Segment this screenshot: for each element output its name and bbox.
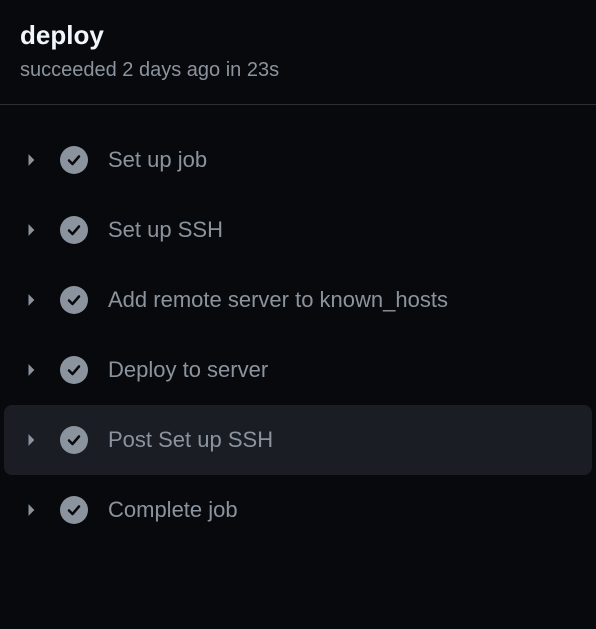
step-row[interactable]: Add remote server to known_hosts: [0, 265, 596, 335]
chevron-right-icon: [24, 222, 40, 238]
step-label: Add remote server to known_hosts: [108, 287, 448, 313]
check-icon: [60, 146, 88, 174]
check-icon: [60, 216, 88, 244]
check-icon: [60, 496, 88, 524]
step-row[interactable]: Post Set up SSH: [4, 405, 592, 475]
chevron-right-icon: [24, 502, 40, 518]
job-header: deploy succeeded 2 days ago in 23s: [0, 0, 596, 105]
step-row[interactable]: Deploy to server: [0, 335, 596, 405]
job-status: succeeded 2 days ago in 23s: [20, 59, 576, 82]
check-icon: [60, 286, 88, 314]
step-row[interactable]: Set up SSH: [0, 195, 596, 265]
chevron-right-icon: [24, 362, 40, 378]
step-row[interactable]: Set up job: [0, 125, 596, 195]
step-label: Post Set up SSH: [108, 427, 273, 453]
step-label: Complete job: [108, 497, 238, 523]
step-label: Set up SSH: [108, 217, 223, 243]
chevron-right-icon: [24, 292, 40, 308]
chevron-right-icon: [24, 432, 40, 448]
step-label: Deploy to server: [108, 357, 268, 383]
chevron-right-icon: [24, 152, 40, 168]
check-icon: [60, 426, 88, 454]
step-label: Set up job: [108, 147, 207, 173]
job-title: deploy: [20, 20, 576, 51]
steps-list: Set up job Set up SSH Add remote server to…: [0, 105, 596, 545]
check-icon: [60, 356, 88, 384]
step-row[interactable]: Complete job: [0, 475, 596, 545]
